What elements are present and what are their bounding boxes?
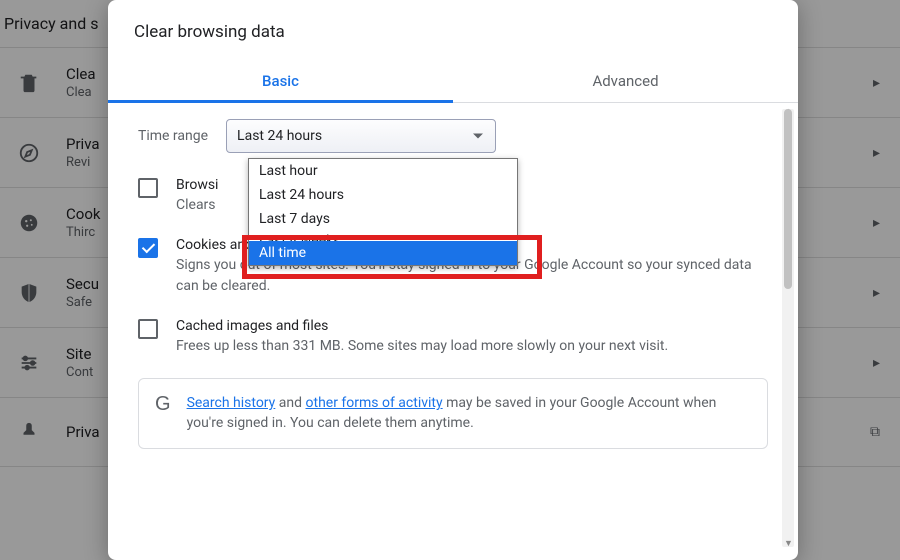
chevron-down-icon [473, 134, 483, 139]
link-search-history[interactable]: Search history [187, 395, 276, 411]
option-title: Cached images and files [176, 318, 668, 334]
scroll-down-icon[interactable]: ▼ [784, 539, 792, 549]
tab-basic[interactable]: Basic [108, 60, 453, 102]
time-range-select[interactable]: Last 24 hours [226, 119, 496, 153]
dropdown-option[interactable]: Last 24 hours [249, 183, 517, 207]
info-banner: G Search history and other forms of acti… [138, 378, 768, 449]
tab-advanced[interactable]: Advanced [453, 60, 798, 102]
scrollbar-thumb[interactable] [784, 109, 792, 289]
checkbox-cookies[interactable] [138, 238, 158, 258]
time-range-label: Time range [138, 128, 208, 144]
checkbox-browsing-history[interactable] [138, 178, 158, 198]
google-g-icon: G [155, 393, 171, 416]
dialog-tabs: Basic Advanced [108, 60, 798, 103]
scrollbar-track[interactable]: ▲ ▼ [782, 109, 794, 547]
dropdown-option-selected[interactable]: All time [249, 241, 517, 265]
time-range-dropdown: Last hour Last 24 hours Last 7 days Last… [248, 158, 518, 266]
checkbox-cache[interactable] [138, 319, 158, 339]
dropdown-option[interactable]: Last 7 days [249, 207, 517, 231]
time-range-row: Time range Last 24 hours [138, 119, 768, 153]
clear-browsing-data-dialog: Clear browsing data Basic Advanced ▲ ▼ T… [108, 0, 798, 560]
info-text: Search history and other forms of activi… [187, 393, 751, 434]
option-cache: Cached images and files Frees up less th… [138, 318, 768, 356]
dropdown-option[interactable]: Last 4 weeks [249, 231, 517, 241]
time-range-value: Last 24 hours [237, 128, 322, 144]
option-sub: Clears [176, 195, 218, 215]
option-title: Browsi [176, 177, 218, 193]
dialog-title: Clear browsing data [108, 0, 798, 60]
option-sub: Frees up less than 331 MB. Some sites ma… [176, 336, 668, 356]
dropdown-option[interactable]: Last hour [249, 159, 517, 183]
link-other-activity[interactable]: other forms of activity [306, 395, 443, 411]
